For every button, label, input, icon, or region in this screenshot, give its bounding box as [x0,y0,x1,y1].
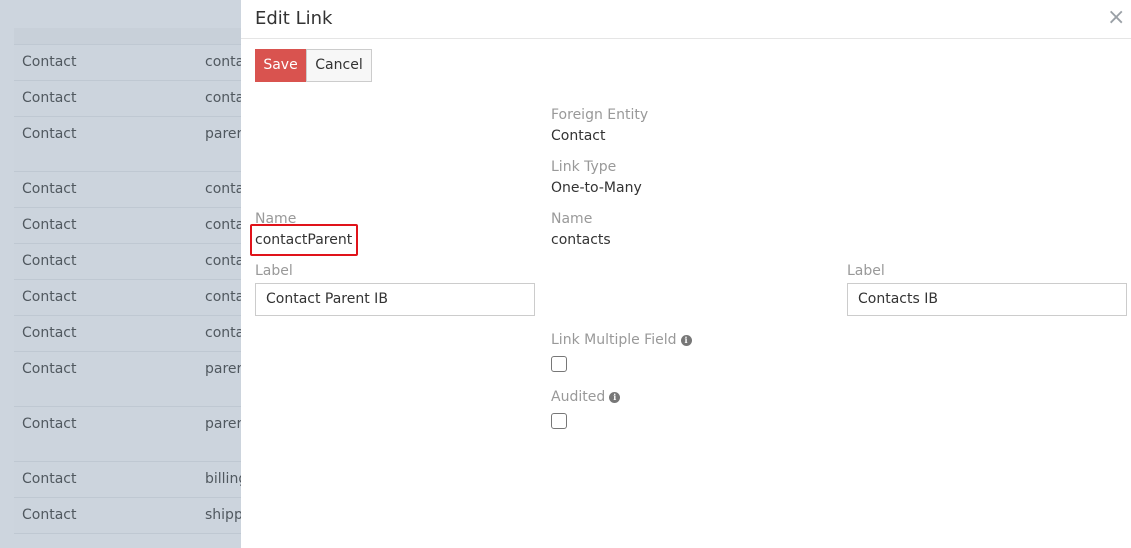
list-row-entity: Contact [22,253,77,269]
info-icon[interactable]: i [609,392,621,403]
list-row: Contact conta [14,280,254,316]
list-row-entity: Contact [22,361,77,377]
label-left-input[interactable]: Contact Parent IB [255,283,535,316]
label-right-input[interactable]: Contacts IB [847,283,1127,316]
list-row-link: conta [205,54,245,70]
modal-header: Edit Link × [241,0,1131,39]
links-list: Contact conta Contact conta Contact parer Cont… [14,28,254,534]
list-row-entity: Contact [22,416,77,432]
label-right-label: Label [847,263,885,279]
button-row: Save Cancel [255,49,372,82]
foreign-entity-value: Contact [551,128,606,144]
cancel-button[interactable]: Cancel [306,49,372,82]
list-row: Contact parer [14,117,254,172]
list-row-link: conta [205,289,245,305]
list-row: Contact parer [14,407,254,462]
list-row-entity: Contact [22,289,77,305]
list-row-link: conta [205,325,245,341]
list-row-link: parer [205,416,243,432]
list-row-link: parer [205,126,243,142]
list-row-link: conta [205,90,245,106]
edit-link-modal: Edit Link × Save Cancel Foreign Entity C… [241,0,1131,548]
links-list-header [14,28,254,45]
foreign-entity-label: Foreign Entity [551,107,649,123]
name-right-value: contacts [551,232,611,248]
list-row: Contact conta [14,45,254,81]
link-multiple-label-text: Link Multiple Field [551,332,677,348]
list-row-entity: Contact [22,90,77,106]
list-row-entity: Contact [22,126,77,142]
name-right-label: Name [551,211,593,227]
audited-label-text: Audited [551,389,606,405]
list-row-entity: Contact [22,217,77,233]
link-multiple-label: Link Multiple Field i [551,332,692,348]
list-row-link: parer [205,361,243,377]
audited-label: Audited i [551,389,621,405]
label-left-label: Label [255,263,293,279]
link-multiple-checkbox[interactable] [551,356,567,372]
list-row: Contact shipp [14,498,254,534]
list-row-entity: Contact [22,181,77,197]
highlight-box [250,224,358,256]
list-row-entity: Contact [22,325,77,341]
link-type-label: Link Type [551,159,617,175]
audited-checkbox[interactable] [551,413,567,429]
list-row: Contact conta [14,208,254,244]
list-row: Contact conta [14,172,254,208]
list-row-link: conta [205,253,245,269]
list-row-entity: Contact [22,471,77,487]
list-row: Contact parer [14,352,254,407]
list-row-link: conta [205,181,245,197]
modal-title: Edit Link [255,8,333,29]
list-row: Contact conta [14,244,254,280]
close-icon[interactable]: × [1107,7,1125,29]
list-row-link: conta [205,217,245,233]
list-row: Contact conta [14,316,254,352]
list-row-link: shipp [205,507,243,523]
link-type-value: One-to-Many [551,180,642,196]
list-row-entity: Contact [22,507,77,523]
list-row: Contact conta [14,81,254,117]
list-row-entity: Contact [22,54,77,70]
info-icon[interactable]: i [680,335,692,346]
save-button[interactable]: Save [255,49,306,82]
list-row: Contact billing [14,462,254,498]
